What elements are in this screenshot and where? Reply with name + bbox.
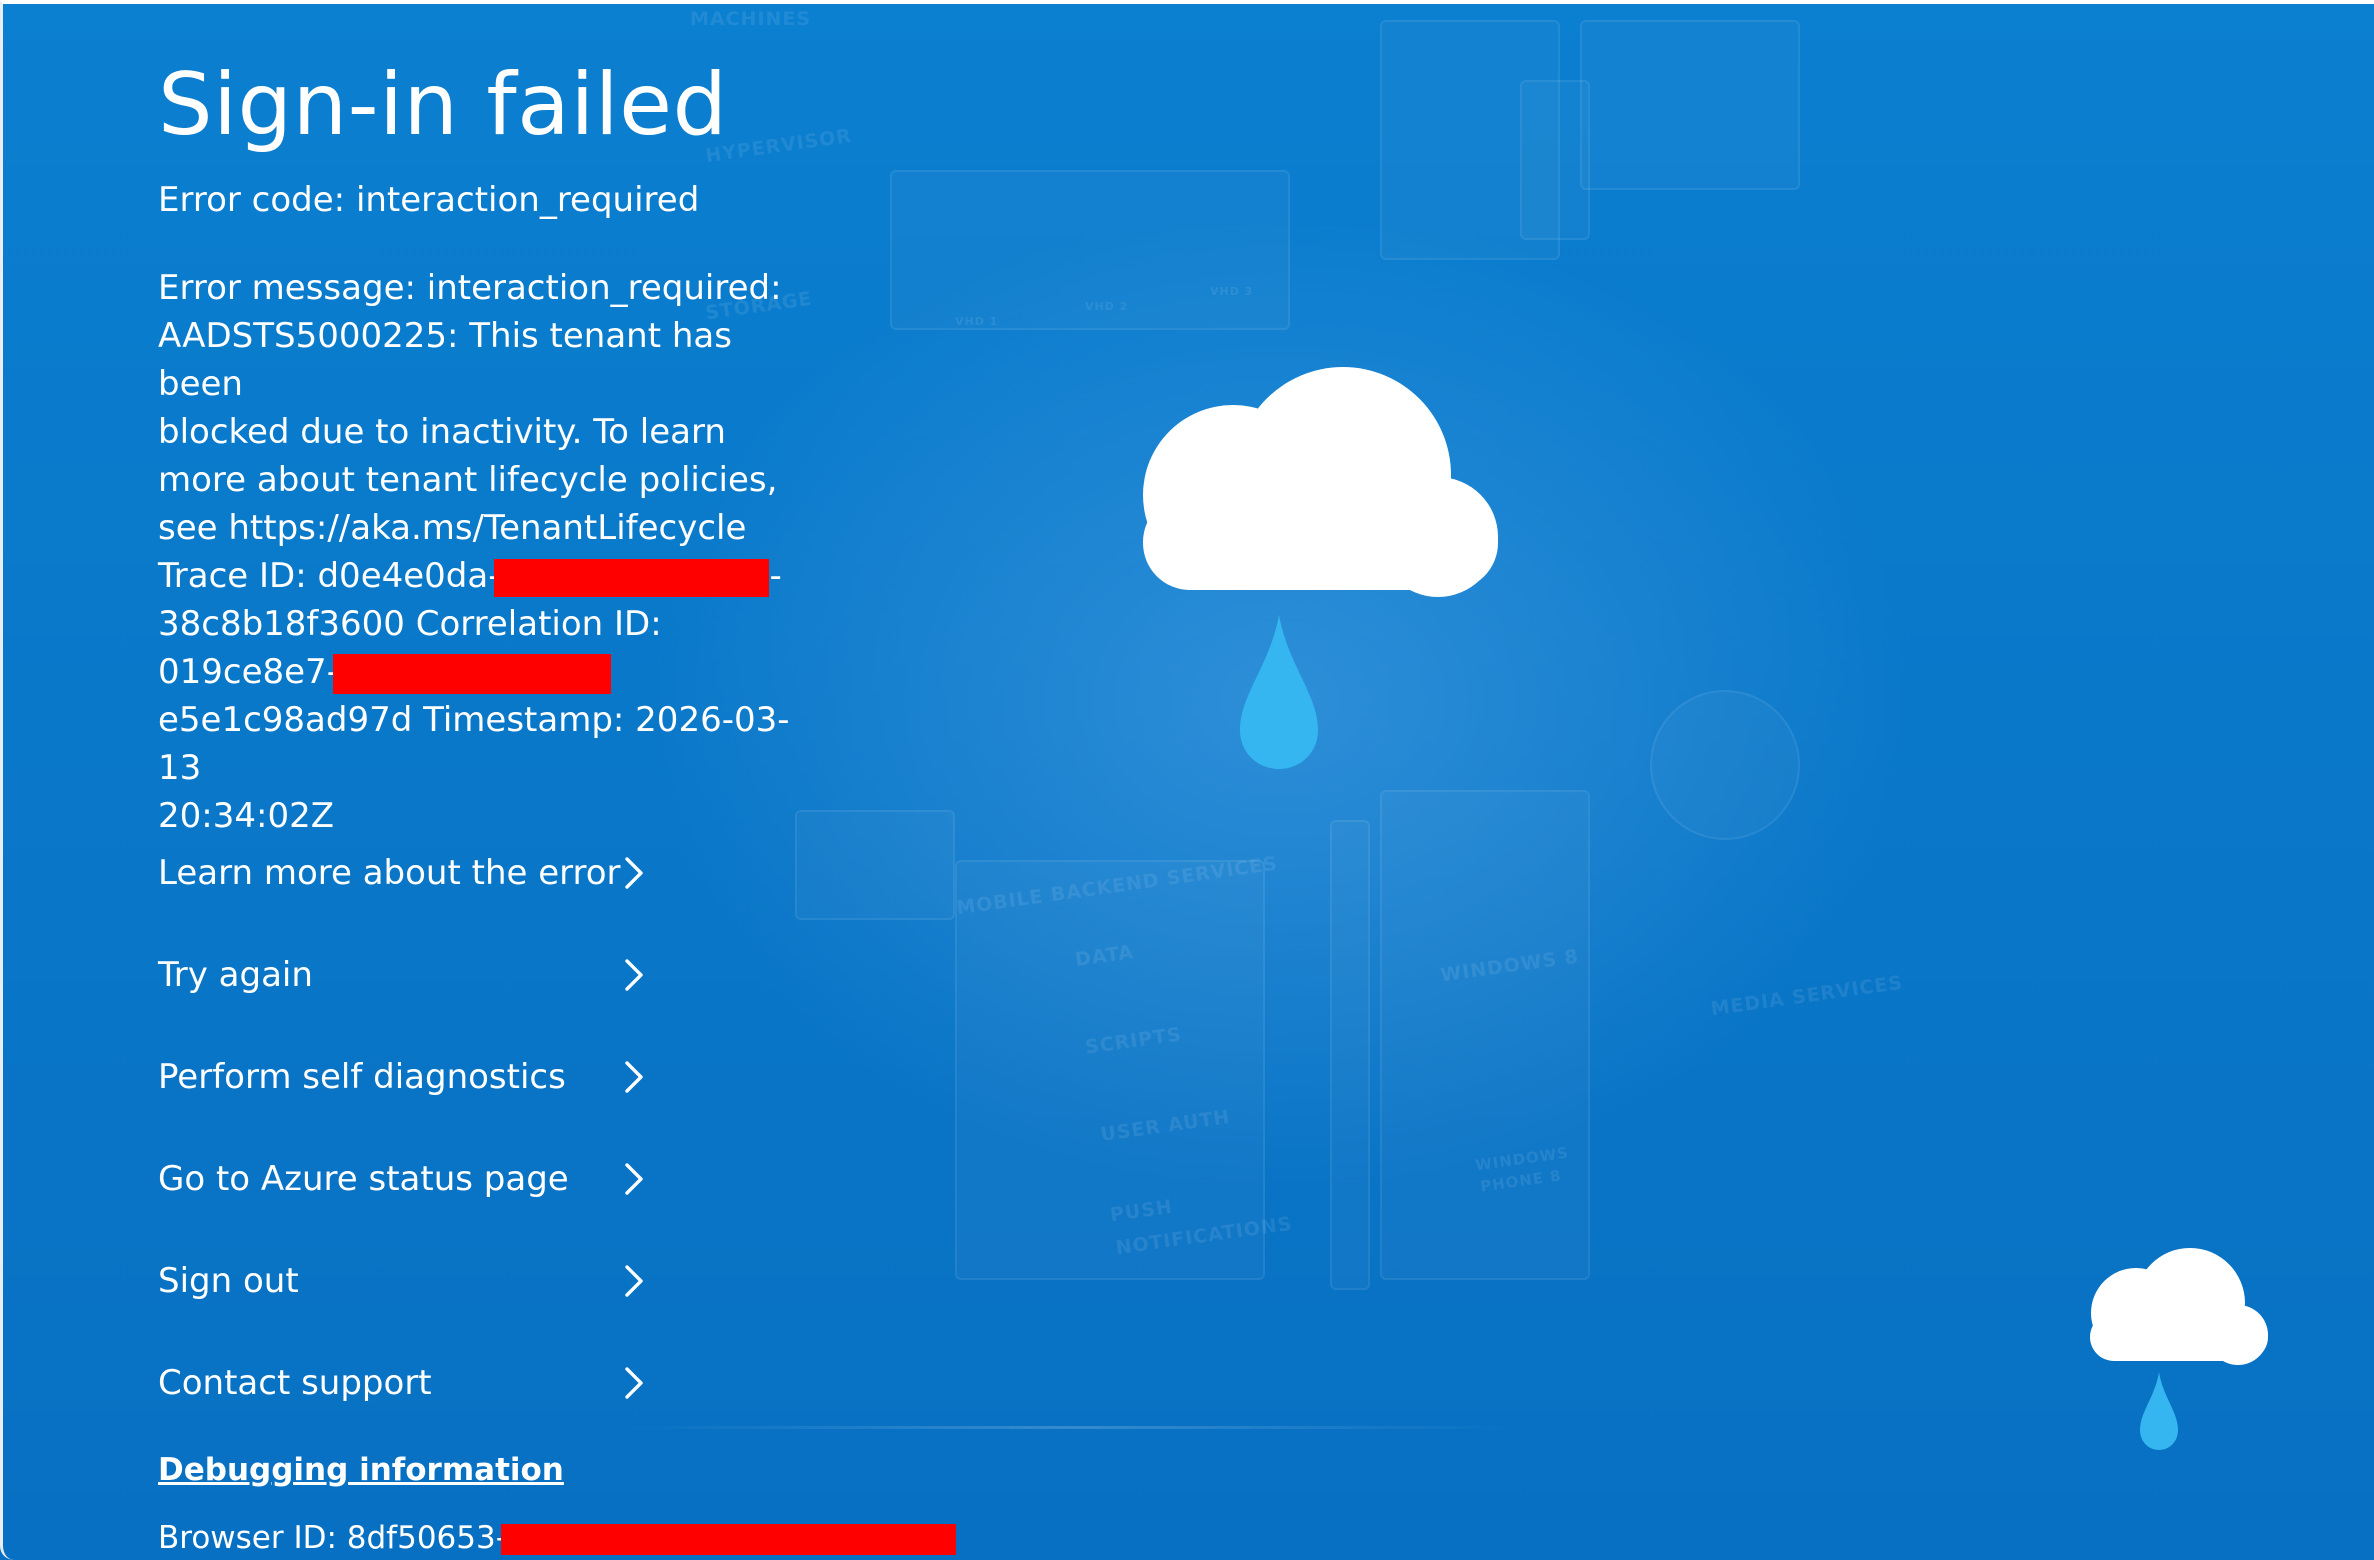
trace-id-line-2: 38c8b18f3600 Correlation ID: <box>158 604 662 644</box>
redaction-block <box>500 1524 956 1555</box>
action-label: Contact support <box>158 1363 432 1403</box>
chevron-right-icon <box>625 1367 643 1399</box>
action-label: Perform self diagnostics <box>158 1057 566 1097</box>
chevron-right-icon <box>625 959 643 991</box>
error-message-line: see https://aka.ms/TenantLifecycle <box>158 508 747 548</box>
bg-label-vhd1: VHD 1 <box>955 315 999 328</box>
cloud-rain-icon <box>1143 367 1498 769</box>
self-diagnostics-link[interactable]: Perform self diagnostics <box>158 1042 658 1144</box>
sign-out-link[interactable]: Sign out <box>158 1246 658 1348</box>
correlation-id-line: 019ce8e7- <box>158 648 798 696</box>
error-code: Error code: interaction_required <box>158 180 700 220</box>
sign-in-failed-page: MACHINES HYPERVISOR STORAGE VHD 1 VHD 2 … <box>0 0 2374 1560</box>
browser-id-prefix: Browser ID: 8df50653- <box>158 1520 507 1556</box>
divider-line <box>620 1426 1520 1429</box>
error-message-line: Error message: interaction_required: <box>158 268 782 308</box>
redaction-block <box>332 653 611 694</box>
bg-phone-box <box>795 810 955 920</box>
bg-windows-box <box>1380 790 1590 1280</box>
bg-panel <box>1580 20 1800 190</box>
learn-more-link[interactable]: Learn more about the error <box>158 838 658 940</box>
bg-label-machines: MACHINES <box>690 8 812 30</box>
action-label: Go to Azure status page <box>158 1159 569 1199</box>
trace-id-line: Trace ID: d0e4e0da- - <box>158 552 798 600</box>
action-label: Try again <box>158 955 313 995</box>
bg-gear <box>1650 690 1800 840</box>
chevron-right-icon <box>625 1061 643 1093</box>
error-details: Sign-in failed Error code: interaction_r… <box>158 50 798 840</box>
cloud-rain-icon <box>2090 1248 2268 1450</box>
correlation-id-prefix: 019ce8e7- <box>158 652 339 692</box>
try-again-link[interactable]: Try again <box>158 940 658 1042</box>
redaction-block <box>494 558 770 597</box>
error-message: Error message: interaction_required: AAD… <box>158 264 798 840</box>
bg-label-media: MEDIA SERVICES <box>1709 971 1905 1021</box>
bg-label-vhd3: VHD 3 <box>1210 285 1254 298</box>
bg-label-vhd2: VHD 2 <box>1085 300 1129 313</box>
browser-id-line: Browser ID: 8df50653- <box>158 1516 956 1560</box>
correlation-id-line-2: e5e1c98ad97d Timestamp: 2026-03-13 <box>158 700 790 788</box>
action-label: Sign out <box>158 1261 299 1301</box>
page-title: Sign-in failed <box>158 55 728 155</box>
error-message-line: blocked due to inactivity. To learn <box>158 412 726 452</box>
chevron-right-icon <box>625 857 643 889</box>
trace-id-prefix: Trace ID: d0e4e0da- <box>158 556 501 596</box>
bg-disk <box>1520 80 1590 240</box>
chevron-right-icon <box>625 1265 643 1297</box>
action-label: Learn more about the error <box>158 853 621 893</box>
error-message-line: more about tenant lifecycle policies, <box>158 460 778 500</box>
timestamp-line: 20:34:02Z <box>158 796 334 836</box>
debugging-information-link[interactable]: Debugging information <box>158 1452 564 1488</box>
bg-bar <box>1330 820 1370 1290</box>
azure-status-link[interactable]: Go to Azure status page <box>158 1144 658 1246</box>
trace-id-suffix: - <box>769 556 782 596</box>
error-message-line: AADSTS5000225: This tenant has been <box>158 316 732 404</box>
chevron-right-icon <box>625 1163 643 1195</box>
action-list: Learn more about the error Try again Per… <box>158 838 658 1450</box>
contact-support-link[interactable]: Contact support <box>158 1348 658 1450</box>
